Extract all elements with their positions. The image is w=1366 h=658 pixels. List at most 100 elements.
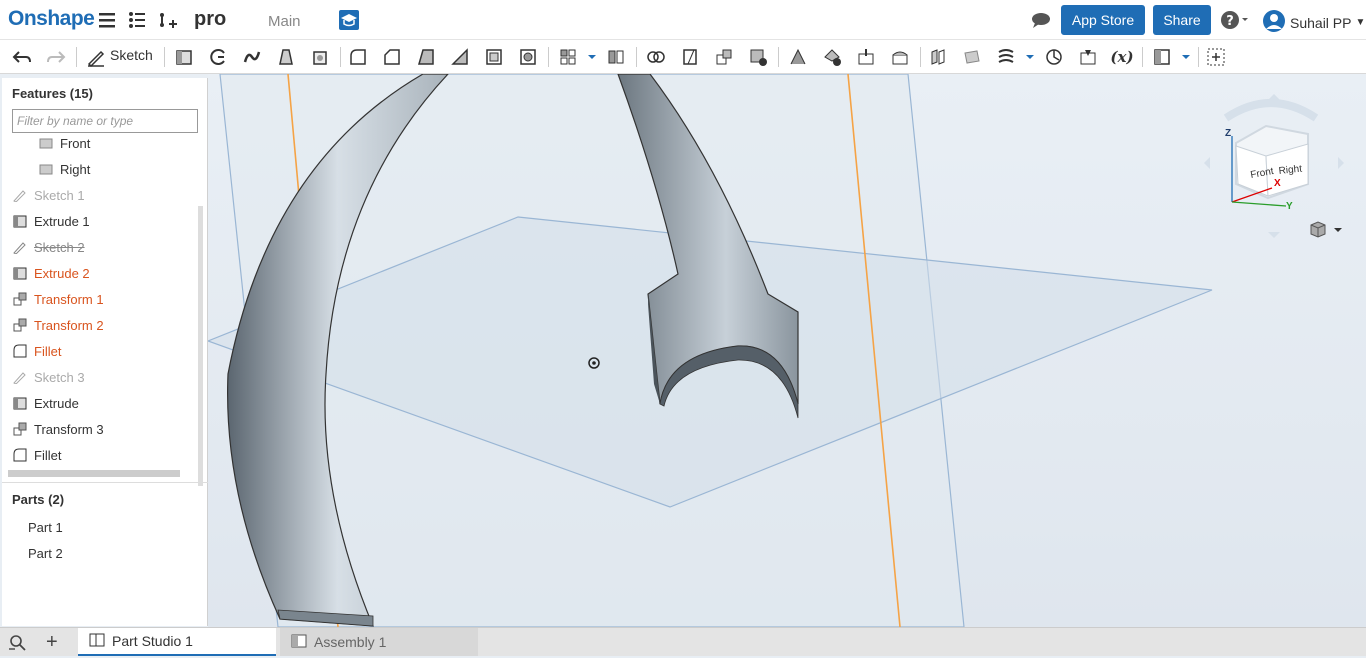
add-tab-icon[interactable]: +	[46, 632, 58, 652]
insert-icon[interactable]	[156, 9, 178, 31]
graphics-viewport[interactable]: Front Right Z X Y	[208, 74, 1366, 627]
offset-surface-tool-icon[interactable]	[926, 45, 950, 69]
feature-toolbar: (x)	[0, 40, 1366, 74]
features-title: Features (15)	[12, 86, 93, 101]
sketch-icon	[12, 187, 28, 203]
app-store-button[interactable]: App Store	[1061, 5, 1145, 35]
feature-filter-input[interactable]: Filter by name or type	[12, 109, 198, 133]
chevron-down-icon: ▼	[1355, 17, 1366, 28]
tab-assembly-1[interactable]: Assembly 1	[280, 628, 478, 656]
revolve-tool-icon[interactable]	[206, 45, 230, 69]
part-item[interactable]: Part 1	[28, 520, 63, 535]
feature-item[interactable]: Fillet	[12, 444, 61, 466]
transform-tool-icon[interactable]	[712, 45, 736, 69]
user-menu[interactable]: Suhail PP ▼	[1262, 9, 1365, 36]
modify-fillet-tool-icon[interactable]	[786, 45, 810, 69]
helix-tool-icon[interactable]	[994, 45, 1018, 69]
custom-features-icon[interactable]	[1150, 45, 1174, 69]
mirror-tool-icon[interactable]	[604, 45, 628, 69]
tab-part-studio-1[interactable]: Part Studio 1	[78, 628, 276, 656]
feature-item[interactable]: Sketch 2	[12, 236, 85, 258]
svg-text:?: ?	[1226, 14, 1234, 29]
onshape-logo[interactable]: Onshape	[8, 7, 95, 31]
chamfer-tool-icon[interactable]	[380, 45, 404, 69]
share-button[interactable]: Share	[1153, 5, 1211, 35]
replace-face-tool-icon[interactable]	[888, 45, 912, 69]
undo-icon[interactable]	[10, 45, 34, 69]
user-name: Suhail PP	[1290, 14, 1352, 31]
redo-icon[interactable]	[44, 45, 68, 69]
move-face-tool-icon[interactable]	[854, 45, 878, 69]
feature-item[interactable]: Extrude 2	[12, 262, 90, 284]
extrude-icon	[12, 395, 28, 411]
plane-icon	[38, 135, 54, 151]
shell-tool-icon[interactable]	[482, 45, 506, 69]
sketch-tool-icon[interactable]	[84, 45, 108, 69]
assembly-icon	[290, 632, 308, 653]
svg-text:Z: Z	[1225, 128, 1231, 139]
svg-text:X: X	[1274, 178, 1281, 189]
part-item[interactable]: Part 2	[28, 546, 63, 561]
boolean-tool-icon[interactable]	[644, 45, 668, 69]
hole-tool-icon[interactable]	[516, 45, 540, 69]
feature-item[interactable]: Fillet	[12, 340, 61, 362]
feature-list-scrollbar[interactable]	[198, 206, 203, 486]
loft-tool-icon[interactable]	[274, 45, 298, 69]
comments-icon[interactable]	[1030, 9, 1052, 31]
workspace-name[interactable]: Main	[268, 13, 301, 30]
sweep-tool-icon[interactable]	[240, 45, 264, 69]
transform-icon	[12, 291, 28, 307]
draft-tool-icon[interactable]	[414, 45, 438, 69]
parts-title: Parts (2)	[12, 492, 65, 507]
sketch-icon	[12, 239, 28, 255]
extrude-icon	[12, 265, 28, 281]
feature-item[interactable]: Extrude 1	[12, 210, 90, 232]
feature-item[interactable]: Front	[38, 132, 90, 154]
svg-text:Y: Y	[1286, 201, 1293, 212]
pattern-tool-icon[interactable]	[556, 45, 580, 69]
helix-dropdown-icon[interactable]	[1018, 45, 1042, 69]
fillet-icon	[12, 447, 28, 463]
fillet-tool-icon[interactable]	[346, 45, 370, 69]
model-canvas[interactable]	[208, 74, 1366, 627]
avatar-icon	[1262, 9, 1286, 36]
extrude-tool-icon[interactable]	[172, 45, 196, 69]
sketch-button-label[interactable]: Sketch	[110, 47, 153, 63]
education-icon[interactable]	[339, 10, 359, 30]
plane-tool-icon[interactable]	[960, 45, 984, 69]
feature-list-icon[interactable]	[126, 9, 148, 31]
feature-item[interactable]: Transform 2	[12, 314, 104, 336]
split-tool-icon[interactable]	[678, 45, 702, 69]
document-name[interactable]: pro	[194, 8, 226, 31]
mate-connector-tool-icon[interactable]	[1042, 45, 1066, 69]
thicken-tool-icon[interactable]	[308, 45, 332, 69]
rib-tool-icon[interactable]	[448, 45, 472, 69]
sketch-icon	[12, 369, 28, 385]
feature-item[interactable]: Right	[38, 158, 90, 180]
feature-item[interactable]: Extrude	[12, 392, 79, 414]
help-icon[interactable]: ?	[1220, 9, 1248, 31]
delete-part-tool-icon[interactable]	[746, 45, 770, 69]
transform-icon	[12, 421, 28, 437]
import-tool-icon[interactable]	[1076, 45, 1100, 69]
delete-face-tool-icon[interactable]	[820, 45, 844, 69]
feature-item[interactable]: Transform 3	[12, 418, 104, 440]
variable-tool-icon[interactable]: (x)	[1110, 45, 1134, 69]
feature-item[interactable]: Sketch 3	[12, 366, 85, 388]
menu-icon[interactable]	[96, 9, 118, 31]
feature-panel: Features (15) Filter by name or type Fro…	[2, 78, 208, 626]
feature-item[interactable]: Transform 1	[12, 288, 104, 310]
custom-features-dropdown-icon[interactable]	[1174, 45, 1198, 69]
part-studio-icon	[88, 631, 106, 652]
view-options-icon[interactable]	[1308, 220, 1344, 245]
tab-manager-icon[interactable]	[8, 633, 30, 658]
feature-list-hscrollbar[interactable]	[8, 470, 180, 477]
top-bar: Onshape pro Main App Store Share ? Suhai…	[0, 0, 1366, 40]
plane-icon	[38, 161, 54, 177]
pattern-dropdown-icon[interactable]	[580, 45, 604, 69]
feature-item[interactable]: Sketch 1	[12, 184, 85, 206]
add-custom-feature-icon[interactable]	[1204, 45, 1228, 69]
transform-icon	[12, 317, 28, 333]
view-cube[interactable]: Front Right Z X Y	[1196, 88, 1346, 238]
extrude-icon	[12, 213, 28, 229]
